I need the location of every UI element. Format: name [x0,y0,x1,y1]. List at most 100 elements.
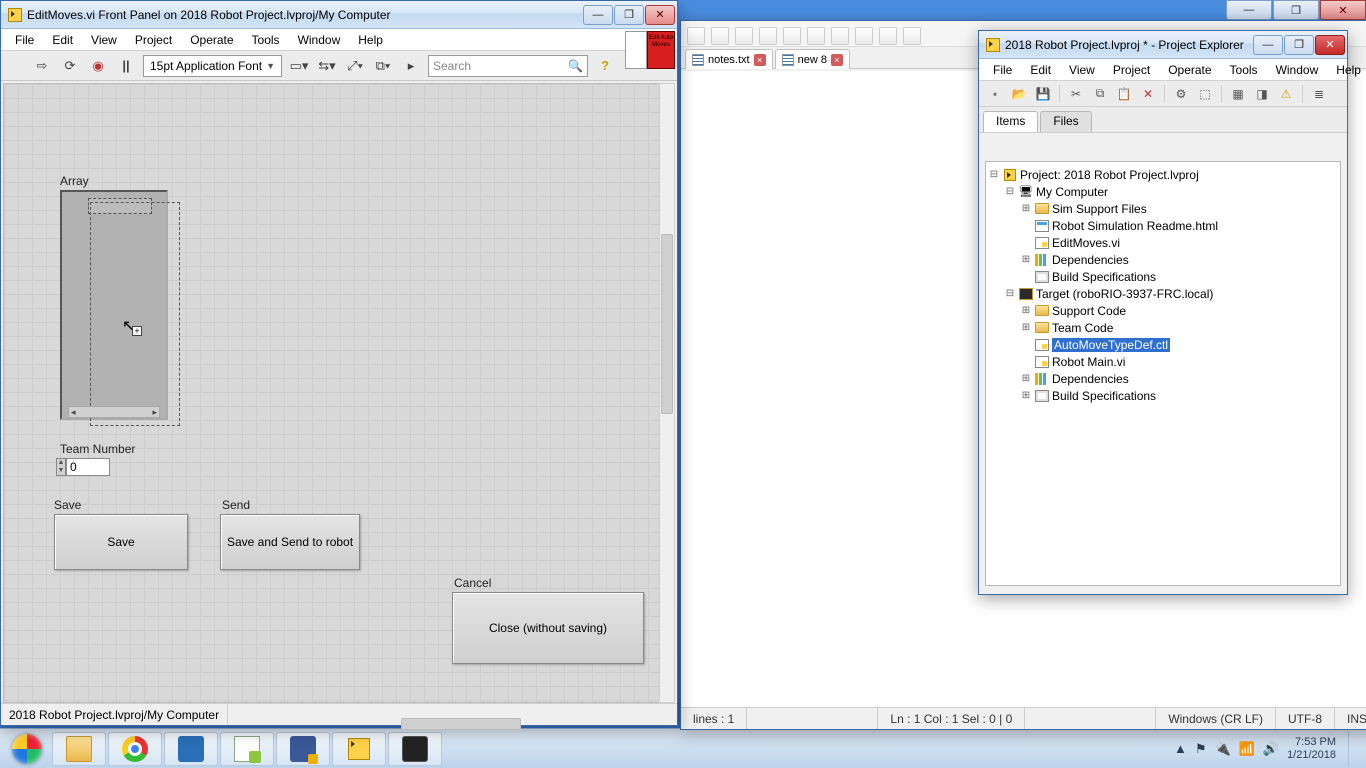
pe-tool-button[interactable]: ⚙ [1171,84,1191,104]
collapse-icon[interactable]: ⊟ [988,169,1000,180]
fp-minimize-button[interactable]: — [583,5,613,25]
connector-pane[interactable] [625,31,647,69]
chevron-right-icon[interactable]: ▸ [400,55,422,77]
fp-titlebar[interactable]: EditMoves.vi Front Panel on 2018 Robot P… [1,1,677,29]
menu-file[interactable]: File [985,61,1020,79]
start-button[interactable] [4,732,50,766]
numeric-spinner[interactable]: ▲▼ [56,458,66,476]
menu-window[interactable]: Window [290,31,349,49]
npp-toolbar-button[interactable] [903,27,921,45]
task-app[interactable] [164,732,218,766]
menu-file[interactable]: File [7,31,42,49]
menu-project[interactable]: Project [1105,61,1158,79]
expand-icon[interactable]: ⊞ [1020,373,1032,384]
pe-tool-button[interactable]: ◨ [1252,84,1272,104]
send-button[interactable]: Save and Send to robot [220,514,360,570]
tree-row[interactable]: ⊞Dependencies [988,370,1338,387]
npp-toolbar-button[interactable] [759,27,777,45]
save-button[interactable]: Save [54,514,188,570]
npp-toolbar-button[interactable] [807,27,825,45]
pe-tab-files[interactable]: Files [1040,111,1091,132]
expand-icon[interactable]: ⊞ [1020,390,1032,401]
pe-delete-button[interactable]: ✕ [1138,84,1158,104]
menu-view[interactable]: View [83,31,125,49]
tree-row-target[interactable]: ⊟Target (roboRIO-3937-FRC.local) [988,285,1338,302]
tree-row[interactable]: ⊞Support Code [988,302,1338,319]
pe-paste-button[interactable]: 📋 [1114,84,1134,104]
font-selector[interactable]: 15pt Application Font ▼ [143,55,282,77]
tree-row[interactable]: ⊞Team Code [988,319,1338,336]
npp-toolbar-button[interactable] [711,27,729,45]
npp-toolbar-button[interactable] [783,27,801,45]
collapse-icon[interactable]: ⊟ [1004,288,1016,299]
pause-button[interactable]: || [115,55,137,77]
pe-save-button[interactable]: 💾 [1033,84,1053,104]
fp-close-button[interactable]: ✕ [645,5,675,25]
scrollbar-thumb[interactable] [661,234,673,414]
run-button[interactable]: ⇨ [31,55,53,77]
tree-row[interactable]: EditMoves.vi [988,234,1338,251]
npp-tab-new8[interactable]: new 8 × [775,49,850,69]
vi-icon[interactable]: Edit Auto Moves [647,31,675,69]
npp-toolbar-button[interactable] [687,27,705,45]
tray-power-icon[interactable]: 🔌 [1215,741,1231,757]
task-explorer[interactable] [52,732,106,766]
menu-tools[interactable]: Tools [244,31,288,49]
pe-new-button[interactable]: ⋆ [985,84,1005,104]
menu-project[interactable]: Project [127,31,180,49]
pe-tool-button[interactable]: ⬚ [1195,84,1215,104]
menu-edit[interactable]: Edit [1022,61,1059,79]
abort-button[interactable]: ◉ [87,55,109,77]
align-button[interactable]: ▭▾ [288,55,310,77]
menu-help[interactable]: Help [350,31,391,49]
task-chrome[interactable] [108,732,162,766]
tree-row-selected[interactable]: AutoMoveTypeDef.ctl [988,336,1338,353]
menu-edit[interactable]: Edit [44,31,81,49]
menu-help[interactable]: Help [1328,61,1366,79]
array-control[interactable]: ◂▸ [60,190,168,420]
menu-tools[interactable]: Tools [1222,61,1266,79]
cancel-button[interactable]: Close (without saving) [452,592,644,664]
npp-toolbar-button[interactable] [735,27,753,45]
bg-maximize-button[interactable]: ❐ [1273,0,1319,20]
tree-row[interactable]: Build Specifications [988,268,1338,285]
expand-icon[interactable]: ⊞ [1020,203,1032,214]
tray-clock[interactable]: 7:53 PM 1/21/2018 [1287,736,1336,762]
tree-row-mycomputer[interactable]: ⊟🖥My Computer [988,183,1338,200]
task-app2[interactable] [276,732,330,766]
pe-warning-icon[interactable]: ⚠ [1276,84,1296,104]
tree-row[interactable]: Robot Simulation Readme.html [988,217,1338,234]
bg-close-button[interactable]: ✕ [1320,0,1366,20]
pe-cut-button[interactable]: ✂ [1066,84,1086,104]
reorder-button[interactable]: ⧉▾ [372,55,394,77]
bg-minimize-button[interactable]: — [1226,0,1272,20]
menu-view[interactable]: View [1061,61,1103,79]
pe-close-button[interactable]: ✕ [1315,35,1345,55]
tray-wifi-icon[interactable]: 📶 [1239,741,1255,757]
array-hscroll[interactable]: ◂▸ [68,406,160,418]
fp-vertical-scrollbar[interactable] [659,83,675,703]
tree-row[interactable]: Robot Main.vi [988,353,1338,370]
menu-operate[interactable]: Operate [182,31,241,49]
tree-row-project[interactable]: ⊟Project: 2018 Robot Project.lvproj [988,166,1338,183]
tray-chevron-icon[interactable]: ▲ [1174,741,1187,756]
resize-button[interactable]: ⤢▾ [344,55,366,77]
tray-flag-icon[interactable]: ⚑ [1195,741,1207,757]
npp-tab-notes[interactable]: notes.txt × [685,49,773,69]
menu-window[interactable]: Window [1268,61,1327,79]
task-chip[interactable] [388,732,442,766]
pe-open-button[interactable]: 📂 [1009,84,1029,104]
distribute-button[interactable]: ⇆▾ [316,55,338,77]
expand-icon[interactable]: ⊞ [1020,305,1032,316]
pe-titlebar[interactable]: 2018 Robot Project.lvproj * - Project Ex… [979,31,1347,59]
npp-toolbar-button[interactable] [831,27,849,45]
pe-minimize-button[interactable]: — [1253,35,1283,55]
close-icon[interactable]: × [831,54,843,66]
task-labview[interactable] [332,732,386,766]
run-continuous-button[interactable]: ⟳ [59,55,81,77]
pe-tool-button[interactable]: ▦ [1228,84,1248,104]
expand-icon[interactable]: ⊞ [1020,254,1032,265]
expand-icon[interactable]: ⊞ [1020,322,1032,333]
close-icon[interactable]: × [754,54,766,66]
pe-tab-items[interactable]: Items [983,111,1038,132]
